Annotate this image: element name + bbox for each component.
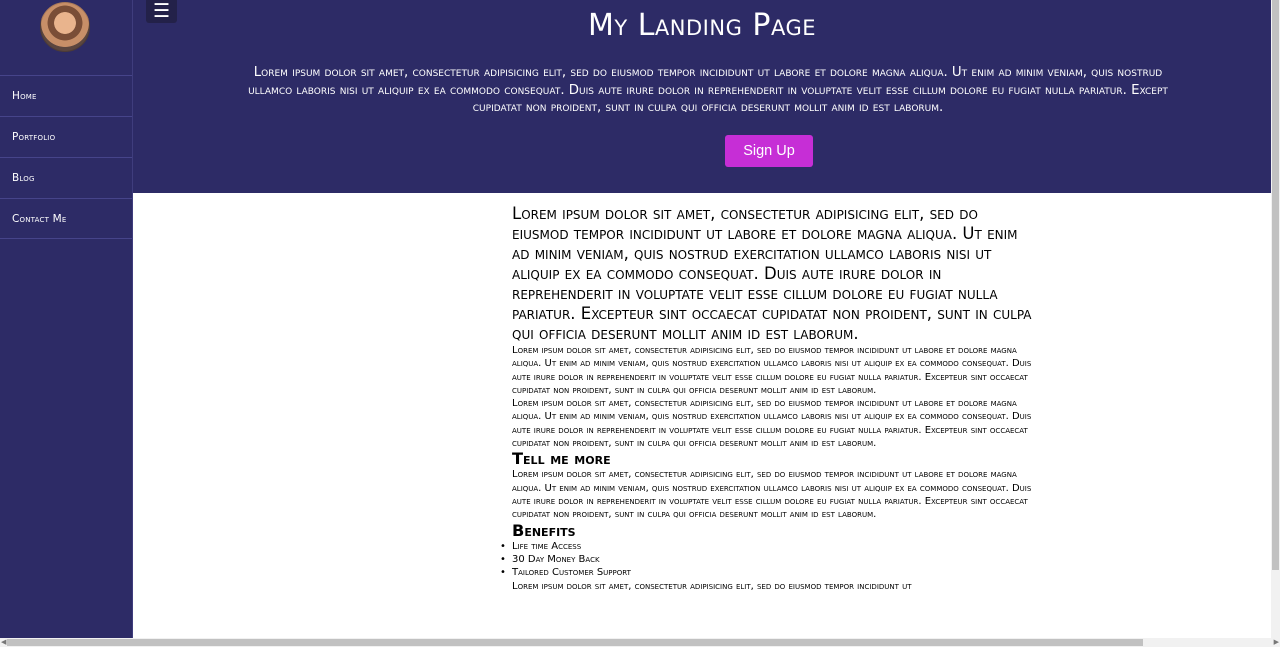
hero-header: ☰ My Landing Page Lorem ipsum dolor sit … bbox=[133, 0, 1271, 193]
hero-line: cupidatat non proident, sunt in culpa qu… bbox=[472, 100, 944, 116]
signup-button[interactable]: Sign Up bbox=[725, 135, 813, 167]
body-paragraph: Lorem ipsum dolor sit amet, consectetur … bbox=[512, 398, 1032, 450]
page-title: My Landing Page bbox=[587, 8, 817, 43]
hero-line: Lorem ipsum dolor sit amet, consectetur … bbox=[253, 65, 1163, 80]
list-item: Life time Access bbox=[512, 540, 1034, 553]
vertical-scrollbar[interactable] bbox=[1271, 0, 1280, 638]
body-paragraph: Lorem ipsum dolor sit amet, consectetur … bbox=[512, 580, 912, 592]
main-content: Lorem ipsum dolor sit amet, consectetur … bbox=[512, 204, 1034, 593]
scroll-right-arrow-icon[interactable]: ▶ bbox=[1274, 638, 1279, 646]
sidebar-item-label: Portfolio bbox=[12, 131, 56, 143]
sidebar-item-contact[interactable]: Contact Me bbox=[0, 198, 132, 239]
sidebar-item-blog[interactable]: Blog bbox=[0, 157, 132, 198]
sidebar-item-label: Contact Me bbox=[12, 212, 67, 225]
hero-line: ullamco laboris nisi ut aliquip ex ea co… bbox=[248, 82, 1168, 98]
hero-description: Lorem ipsum dolor sit amet, consectetur … bbox=[145, 64, 1271, 117]
list-item: Tailored Customer Support bbox=[512, 566, 1034, 579]
lead-paragraph: Lorem ipsum dolor sit amet, consectetur … bbox=[512, 204, 1032, 343]
sidebar-item-label: Blog bbox=[12, 172, 35, 184]
scroll-left-arrow-icon[interactable]: ◀ bbox=[1, 638, 6, 646]
tell-me-more-heading: Tell me more bbox=[512, 449, 611, 469]
body-paragraph: Lorem ipsum dolor sit amet, consectetur … bbox=[512, 469, 1032, 521]
benefits-heading: Benefits bbox=[512, 520, 576, 540]
sidebar-item-home[interactable]: Home bbox=[0, 75, 132, 116]
sidebar-item-label: Home bbox=[12, 90, 37, 102]
horizontal-scrollbar[interactable]: ◀ ▶ bbox=[0, 638, 1280, 647]
body-paragraph: Lorem ipsum dolor sit amet, consectetur … bbox=[512, 345, 1032, 396]
list-item: 30 Day Money Back bbox=[512, 553, 1034, 566]
sidebar-item-portfolio[interactable]: Portfolio bbox=[0, 116, 132, 157]
sidebar: Home Portfolio Blog Contact Me bbox=[0, 0, 133, 638]
vertical-scroll-thumb[interactable] bbox=[1272, 0, 1279, 570]
benefits-list: Life time Access 30 Day Money Back Tailo… bbox=[512, 540, 1034, 580]
horizontal-scroll-thumb[interactable] bbox=[7, 639, 1143, 646]
sidebar-nav: Home Portfolio Blog Contact Me bbox=[0, 75, 132, 239]
profile-avatar[interactable] bbox=[40, 2, 90, 52]
